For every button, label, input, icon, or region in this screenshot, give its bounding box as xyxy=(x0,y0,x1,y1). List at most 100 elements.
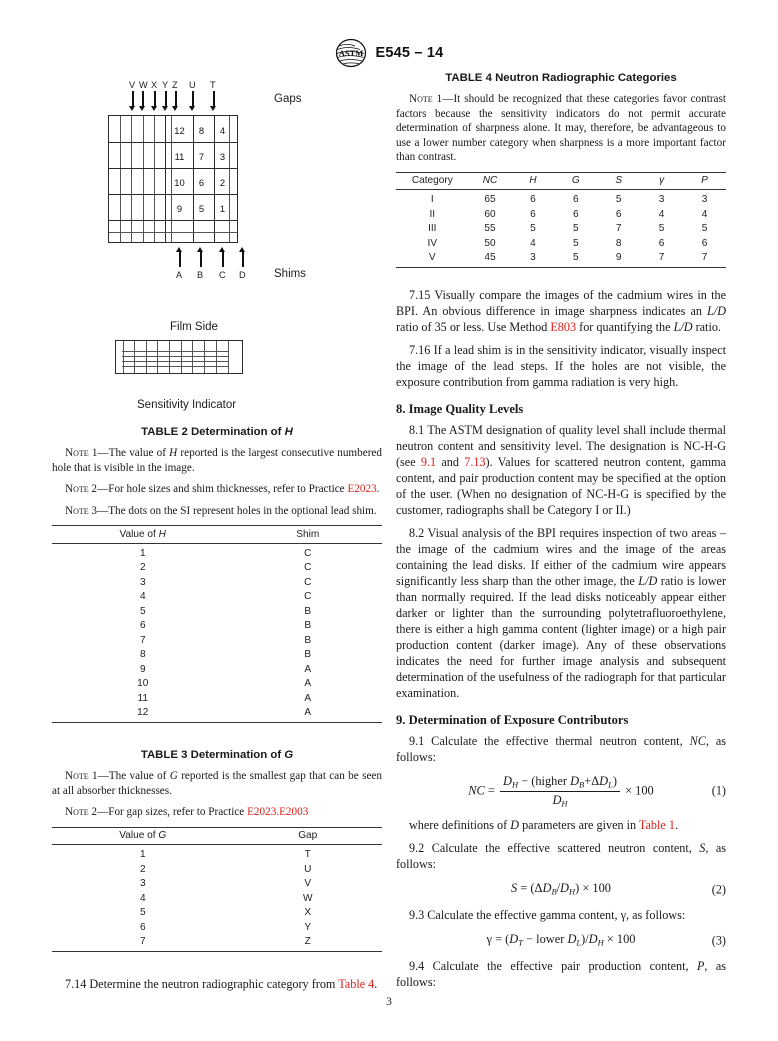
gap-arrow-Z xyxy=(172,91,178,111)
cell-nc: 55 xyxy=(484,223,496,235)
paragraph-8-2: 8.2 Visual analysis of the BPI requires … xyxy=(396,526,726,702)
table-row: 5B xyxy=(52,604,382,618)
note-label: Note 1 xyxy=(409,93,443,105)
shim-header-D: D xyxy=(239,270,246,280)
table-row: 5X xyxy=(52,906,382,920)
table-4-col-nc: NC xyxy=(468,171,512,191)
gap-header-Y: Y xyxy=(162,80,169,90)
paragraph-9-2: 9.2 Calculate the effective scattered ne… xyxy=(396,841,726,873)
cell-category: II xyxy=(429,208,436,220)
table-4-col-h: H xyxy=(511,171,555,191)
note-text: —The dots on the SI represent holes in t… xyxy=(97,504,377,517)
table-2-note-3: Note 3—The dots on the SI represent hole… xyxy=(52,504,382,519)
paragraph-9-1: 9.1 Calculate the effective thermal neut… xyxy=(396,734,726,766)
cell-value: 3 xyxy=(139,878,146,890)
sensitivity-indicator-figure: V W X Y Z U T Gaps 12 8 4 11 7 3 10 6 2 … xyxy=(52,72,382,422)
gap-header-Z: Z xyxy=(172,80,178,90)
cell-shim: B xyxy=(304,649,312,661)
cell-gamma: 6 xyxy=(658,237,665,249)
table-row: 8B xyxy=(52,647,382,661)
paragraph-7-14-text: 7.14 Determine the neutron radiographic … xyxy=(65,977,339,992)
table-2-body: 1C 2C 3C 4C 5B 6B 7B 8B 9A 10 A 11 A 12 A xyxy=(52,543,382,722)
table-4-col-category: Category xyxy=(396,171,469,191)
equation-1-numerator: DH − (higher DB+ΔDL) xyxy=(499,774,620,792)
cell-nc: 65 xyxy=(484,194,496,206)
ld-ratio-symbol: L/D xyxy=(707,304,726,319)
table-3-title: TABLE 3 Determination of G xyxy=(52,749,382,761)
gap-header-W: W xyxy=(139,80,148,90)
cell-shim: C xyxy=(304,576,312,588)
cell-value: 6 xyxy=(139,921,146,933)
hole-number: 12 xyxy=(174,125,185,136)
reference-link-table-4[interactable]: Table 4 xyxy=(338,977,374,991)
gaps-label: Gaps xyxy=(274,93,302,105)
table-4: Category NC H G S γ P I 65 6 6 5 3 3 II … xyxy=(396,171,726,269)
reference-link-table-1[interactable]: Table 1 xyxy=(639,818,675,832)
cell-value: 8 xyxy=(139,649,146,661)
cell-value: 2 xyxy=(139,863,146,875)
cell-gap: Z xyxy=(304,936,311,948)
cell-p: 3 xyxy=(701,194,708,206)
equation-1-fraction: DH − (higher DB+ΔDL) DH xyxy=(499,774,620,809)
hole-number: 4 xyxy=(219,125,226,136)
note-text: —For hole sizes and shim thicknesses, re… xyxy=(97,483,380,496)
reference-link-7-13[interactable]: 7.13 xyxy=(464,455,485,469)
cell-value: 1 xyxy=(139,547,146,559)
table-row: 2C xyxy=(52,561,382,575)
table-4-note-1: Note 1—It should be recognized that thes… xyxy=(396,92,726,165)
cell-gap: W xyxy=(302,892,313,904)
paragraph-7-15-a: 7.15 Visually compare the images of the … xyxy=(396,288,726,319)
table-row: 4C xyxy=(52,590,382,604)
equation-2-number: (2) xyxy=(711,882,726,897)
table-2-title-text: TABLE 2 Determination of xyxy=(141,426,285,438)
cell-h: 4 xyxy=(530,237,536,249)
cell-value: 5 xyxy=(139,907,146,919)
table-3-col-gap: Gap xyxy=(233,826,382,846)
note-text: —The value of H reported is the largest … xyxy=(52,447,382,474)
cell-value: 11 xyxy=(137,692,148,704)
reference-link-9-1[interactable]: 9.1 xyxy=(421,455,436,469)
cell-shim: B xyxy=(304,634,312,646)
gap-header-T: T xyxy=(210,80,216,90)
table-row: I 65 6 6 5 3 3 xyxy=(396,190,726,207)
cell-shim: B xyxy=(304,605,312,617)
shim-arrow-A xyxy=(176,247,182,267)
table-3-note-2: Note 2—For gap sizes, refer to Practice … xyxy=(52,805,382,820)
cell-h: 6 xyxy=(530,194,536,206)
table-row: 3C xyxy=(52,575,382,589)
equation-1-lhs: NC xyxy=(468,783,485,798)
document-header: ASTM E545 – 14 xyxy=(0,38,778,68)
document-designation: E545 – 14 xyxy=(375,45,444,61)
cell-category: III xyxy=(428,223,437,235)
equation-3-row: γ = (DT − lower DL)/DH × 100 (3) xyxy=(396,932,727,950)
table-4-block: TABLE 4 Neutron Radiographic Categories … xyxy=(396,72,726,269)
paragraph-7-15-d: ratio. xyxy=(692,320,721,335)
gap-arrow-X xyxy=(151,91,157,111)
table-3-title-text: TABLE 3 Determination of xyxy=(140,749,285,762)
cell-s: 7 xyxy=(615,223,622,235)
cell-shim: A xyxy=(304,692,312,704)
cell-shim: C xyxy=(304,591,312,603)
reference-link-e803[interactable]: E803 xyxy=(550,320,576,334)
table-row: 12 A xyxy=(52,705,382,722)
table-row: 9A xyxy=(52,662,382,676)
table-2-title: TABLE 2 Determination of H xyxy=(52,426,382,438)
paragraph-9-4: 9.4 Calculate the effective pair product… xyxy=(396,959,726,991)
hole-number: 6 xyxy=(198,177,205,188)
table-2-note-1: Note 1—The value of H reported is the la… xyxy=(52,446,382,475)
gap-header-X: X xyxy=(151,80,158,90)
cell-g: 5 xyxy=(573,252,579,264)
reference-link-e2023-e2003[interactable]: E2023.E2003 xyxy=(247,806,308,818)
paragraph-7-16: 7.16 If a lead shim is in the sensitivit… xyxy=(396,343,726,390)
table-2-title-symbol: H xyxy=(284,426,293,438)
cell-value: 7 xyxy=(139,936,146,948)
table-2-note-2: Note 2—For hole sizes and shim thickness… xyxy=(52,482,382,497)
equation-1-row: NC = DH − (higher DB+ΔDL) DH × 100 (1) xyxy=(396,774,726,809)
reference-link-e2023[interactable]: E2023 xyxy=(347,483,376,495)
paragraph-8-2-b: ratio is lower than normally required. I… xyxy=(396,574,726,701)
cell-gap: U xyxy=(304,863,312,875)
shim-header-B: B xyxy=(197,270,204,280)
cell-gamma: 4 xyxy=(658,208,665,220)
shim-arrow-C xyxy=(219,247,225,267)
paragraph-7-14: 7.14 Determine the neutron radiographic … xyxy=(52,977,382,993)
